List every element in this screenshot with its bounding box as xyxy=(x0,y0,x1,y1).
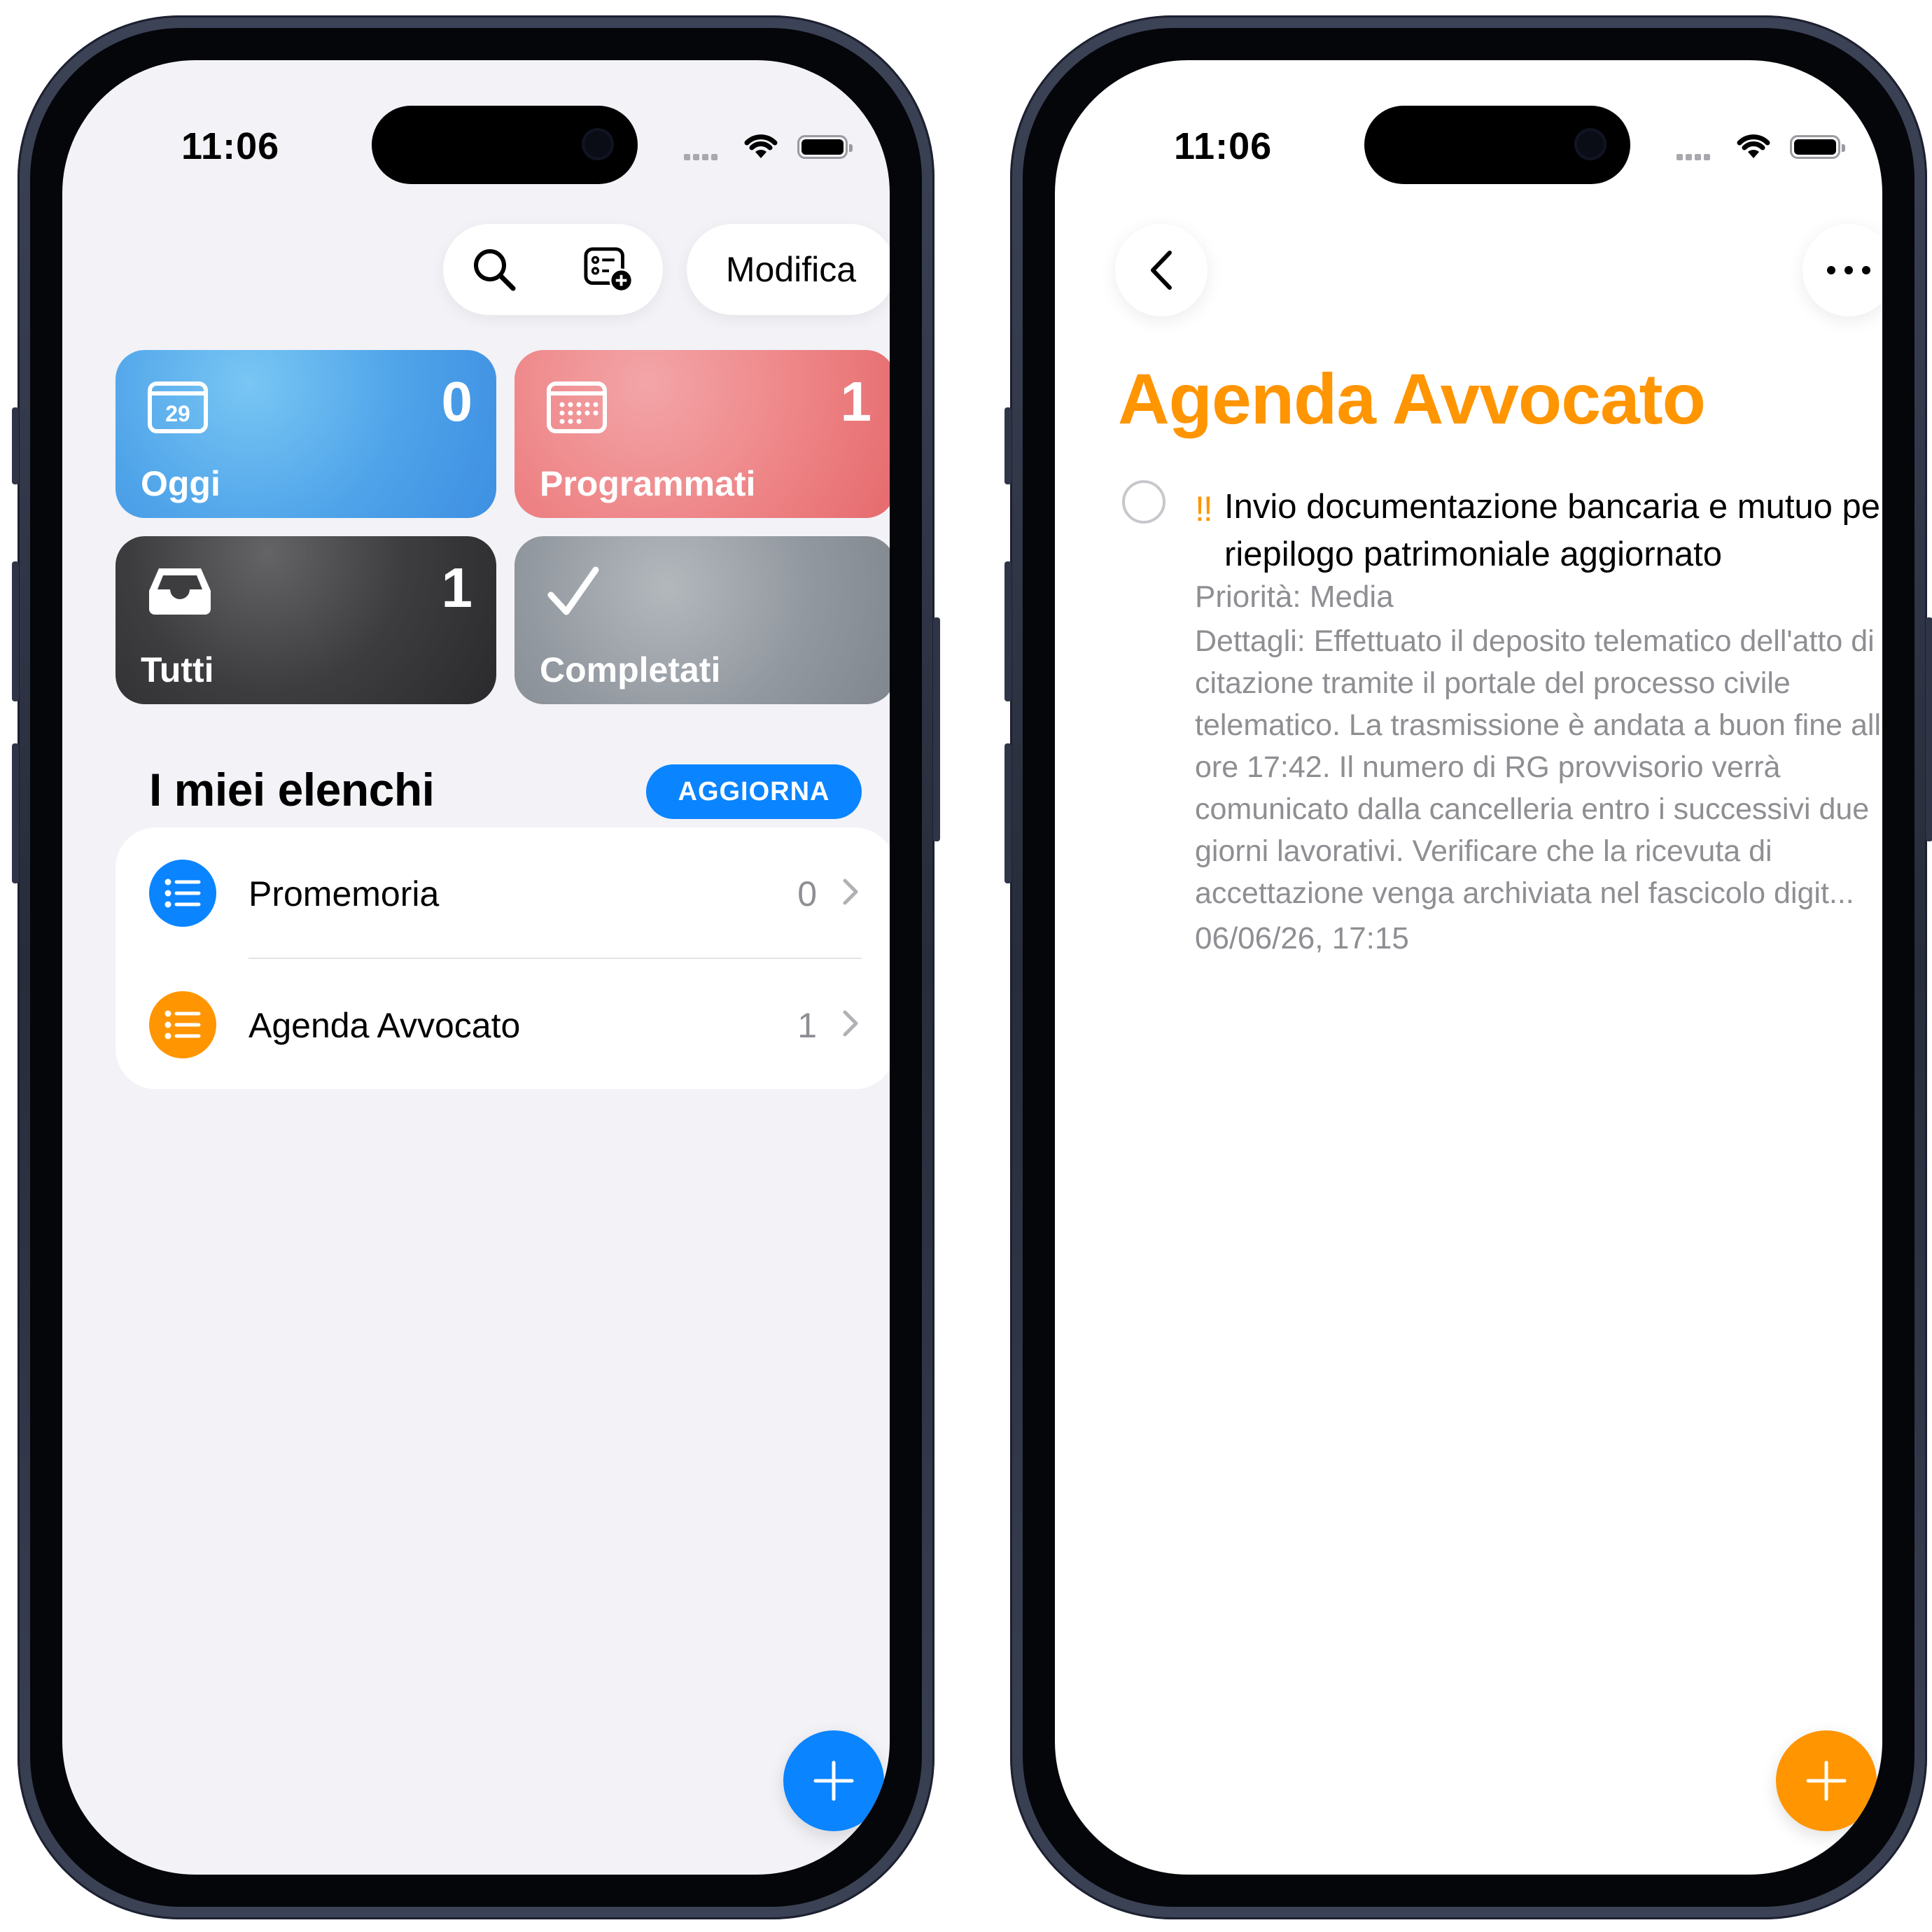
completed-label: Completati xyxy=(540,650,721,690)
calendar-today-icon: 29 xyxy=(148,382,208,433)
list-count: 0 xyxy=(797,874,817,913)
list-name: Agenda Avvocato xyxy=(248,1006,521,1045)
battery-icon xyxy=(797,135,853,159)
today-count: 0 xyxy=(441,370,473,433)
power-button xyxy=(933,617,940,841)
reminder-priority: Priorità: Media xyxy=(1195,580,1394,614)
bezel: 11:06 Modifica 29 0 Oggi 1 Programmati 1… xyxy=(30,28,922,1907)
toolbar-pill xyxy=(443,224,663,315)
reminder-details: Dettagli: Effettuato il deposito telemat… xyxy=(1195,624,1882,910)
dynamic-island xyxy=(372,106,638,184)
edit-button[interactable]: Modifica xyxy=(687,224,890,315)
list-bullet-icon xyxy=(149,860,216,927)
my-lists-heading: I miei elenchi xyxy=(149,764,435,816)
reminder-date: 06/06/26, 17:15 xyxy=(1195,921,1409,955)
volume-down-button xyxy=(12,743,19,883)
dynamic-island xyxy=(1364,106,1630,184)
reminders-home-screen: 11:06 Modifica 29 0 Oggi 1 Programmati 1… xyxy=(62,60,890,1875)
list-bullet-icon xyxy=(149,991,216,1058)
refresh-button[interactable]: AGGIORNA xyxy=(646,764,862,819)
list-count: 1 xyxy=(797,1006,817,1045)
action-button xyxy=(1004,407,1011,484)
today-label: Oggi xyxy=(141,464,220,503)
reminder-complete-checkbox[interactable] xyxy=(1122,480,1166,524)
volume-up-button xyxy=(1004,561,1011,701)
ellipsis-icon xyxy=(1827,266,1870,274)
wifi-icon xyxy=(744,134,778,158)
search-icon xyxy=(474,249,516,291)
list-add-icon xyxy=(584,247,634,293)
all-count: 1 xyxy=(441,556,473,619)
status-time: 11:06 xyxy=(1174,125,1273,167)
chevron-right-icon xyxy=(843,1010,858,1037)
smart-list-all[interactable]: 1 Tutti xyxy=(115,536,496,704)
back-button[interactable] xyxy=(1115,224,1208,316)
reminder-title[interactable]: Invio documentazione bancaria e mutuo pe… xyxy=(1224,483,1882,578)
list-name: Promemoria xyxy=(248,874,440,913)
action-button xyxy=(12,407,19,484)
chevron-right-icon xyxy=(843,878,858,905)
bezel: 11:06 Agenda Avvocato !! Invio documenta… xyxy=(1023,28,1914,1907)
smart-list-today[interactable]: 29 0 Oggi xyxy=(115,350,496,518)
my-lists-card: Promemoria 0 Agenda Avvocato 1 xyxy=(115,827,890,1089)
power-button xyxy=(1926,617,1932,841)
phone-frame-right: 11:06 Agenda Avvocato !! Invio documenta… xyxy=(1004,15,1932,1919)
calendar-grid-icon xyxy=(547,382,607,433)
volume-down-button xyxy=(1004,743,1011,883)
smart-list-completed[interactable]: Completati xyxy=(514,536,890,704)
smart-list-scheduled[interactable]: 1 Programmati xyxy=(514,350,890,518)
list-item-promemoria[interactable]: Promemoria 0 xyxy=(115,827,890,958)
search-button[interactable] xyxy=(468,244,520,295)
svg-text:29: 29 xyxy=(165,401,190,426)
list-detail-screen: 11:06 Agenda Avvocato !! Invio documenta… xyxy=(1055,60,1882,1875)
cellular-signal-icon xyxy=(684,151,727,160)
battery-icon xyxy=(1790,135,1845,159)
list-title: Agenda Avvocato xyxy=(1118,359,1706,439)
cellular-signal-icon xyxy=(1676,151,1720,160)
more-options-button[interactable] xyxy=(1802,224,1882,316)
priority-mark: !! xyxy=(1195,489,1213,528)
status-time: 11:06 xyxy=(181,125,280,167)
list-item-agenda-avvocato[interactable]: Agenda Avvocato 1 xyxy=(115,959,890,1089)
scheduled-count: 1 xyxy=(840,370,872,433)
wifi-icon xyxy=(1737,134,1770,158)
plus-icon xyxy=(1806,1760,1847,1801)
new-list-button[interactable] xyxy=(583,244,635,295)
add-reminder-button[interactable] xyxy=(783,1730,884,1831)
all-label: Tutti xyxy=(141,650,214,690)
volume-up-button xyxy=(12,561,19,701)
phone-frame-left: 11:06 Modifica 29 0 Oggi 1 Programmati 1… xyxy=(12,15,940,1919)
scheduled-label: Programmati xyxy=(540,464,756,503)
chevron-left-icon xyxy=(1151,251,1172,290)
add-reminder-button[interactable] xyxy=(1776,1730,1877,1831)
plus-icon xyxy=(813,1760,854,1801)
inbox-tray-icon xyxy=(149,568,211,615)
checkmark-icon xyxy=(547,566,599,615)
